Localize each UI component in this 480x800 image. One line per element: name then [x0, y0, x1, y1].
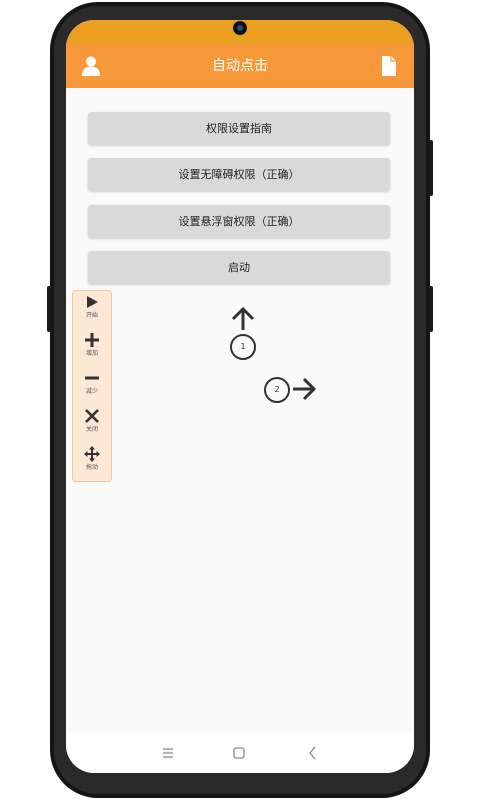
minus-icon — [85, 376, 99, 380]
volume-button — [47, 286, 51, 332]
overlay-permission-button[interactable]: 设置悬浮窗权限（正确） — [88, 205, 390, 238]
permission-guide-button[interactable]: 权限设置指南 — [88, 112, 390, 145]
app-title: 自动点击 — [212, 58, 268, 74]
floating-control-panel[interactable]: 开始 增加 减少 关闭 拖动 — [72, 290, 112, 482]
panel-start-item[interactable]: 开始 — [73, 291, 111, 329]
document-icon[interactable] — [378, 55, 400, 77]
panel-add-item[interactable]: 增加 — [73, 329, 111, 367]
main-content: 权限设置指南 设置无障碍权限（正确） 设置悬浮窗权限（正确） 启动 开始 增加 — [66, 88, 414, 733]
panel-reduce-label: 减少 — [85, 388, 98, 395]
system-nav-bar — [66, 733, 414, 773]
home-icon[interactable] — [229, 743, 249, 763]
panel-drag-label: 拖动 — [85, 464, 98, 471]
panel-start-label: 开始 — [85, 312, 98, 319]
panel-close-item[interactable]: 关闭 — [73, 405, 111, 443]
right-arrow-icon — [293, 377, 317, 401]
back-icon[interactable] — [303, 743, 323, 763]
marker-circle-1: 1 — [230, 334, 256, 360]
menu-icon[interactable] — [158, 743, 178, 763]
plus-icon — [85, 333, 99, 347]
marker-number-1: 1 — [240, 342, 246, 351]
marker-circle-2: 2 — [264, 377, 290, 403]
panel-add-label: 增加 — [85, 350, 98, 357]
status-bar — [66, 20, 414, 44]
panel-close-label: 关闭 — [85, 426, 98, 433]
close-icon — [85, 409, 99, 423]
app-bar: 自动点击 — [66, 44, 414, 88]
start-button[interactable]: 启动 — [88, 251, 390, 284]
click-marker-2[interactable]: 2 — [264, 376, 322, 404]
phone-screen: 自动点击 权限设置指南 设置无障碍权限（正确） 设置悬浮窗权限（正确） 启动 开… — [66, 20, 414, 773]
front-camera — [233, 21, 247, 35]
power-button — [429, 286, 433, 332]
move-icon — [84, 446, 100, 462]
click-marker-1[interactable]: 1 — [228, 306, 258, 362]
accessibility-permission-button[interactable]: 设置无障碍权限（正确） — [88, 158, 390, 191]
panel-reduce-item[interactable]: 减少 — [73, 367, 111, 405]
play-icon — [87, 296, 98, 308]
panel-drag-item[interactable]: 拖动 — [73, 443, 111, 481]
power-button-top — [429, 140, 433, 196]
marker-number-2: 2 — [274, 385, 280, 394]
up-arrow-icon — [231, 306, 255, 330]
